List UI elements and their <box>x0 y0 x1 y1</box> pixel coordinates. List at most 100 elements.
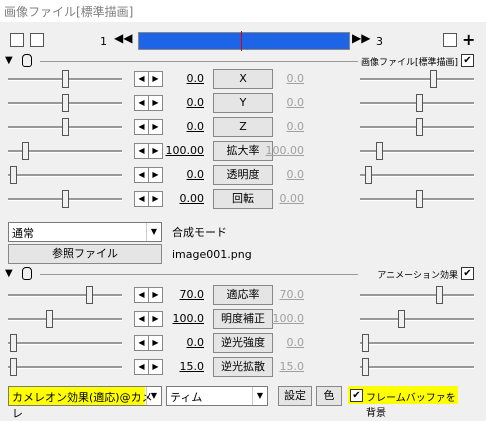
decrement-icon[interactable]: ◀ <box>134 119 149 135</box>
right-value[interactable]: 100.0 <box>258 312 305 325</box>
slider-thumb[interactable] <box>46 310 53 328</box>
param-row: ◀ ▶ 0.0 透明度 0.0 <box>0 164 486 186</box>
section-checkbox[interactable]: ✔ <box>461 54 474 67</box>
slider-thumb[interactable] <box>365 166 372 184</box>
decrement-icon[interactable]: ◀ <box>134 167 149 183</box>
decrement-icon[interactable]: ◀ <box>134 95 149 111</box>
clapper-icon[interactable] <box>10 33 24 47</box>
frame-buffer-bg-option[interactable]: ✔ フレームバッファを背景 <box>348 386 458 419</box>
right-slider[interactable] <box>360 140 474 162</box>
slider-thumb[interactable] <box>376 142 383 160</box>
section-checkbox[interactable]: ✔ <box>461 267 474 280</box>
left-value[interactable]: 0.0 <box>158 96 205 109</box>
slider-thumb[interactable] <box>86 286 93 304</box>
slider-thumb[interactable] <box>62 118 69 136</box>
decrement-icon[interactable]: ◀ <box>134 287 149 303</box>
effect-value: カメレオン効果(適応)@カメレ <box>12 391 153 420</box>
left-value[interactable]: 15.0 <box>158 360 205 373</box>
slider-thumb[interactable] <box>22 142 29 160</box>
right-value[interactable]: 15.0 <box>258 360 305 373</box>
left-value[interactable]: 100.00 <box>158 144 205 157</box>
target-select[interactable]: ティム ▼ <box>166 386 268 406</box>
slider-thumb[interactable] <box>362 358 369 376</box>
right-value[interactable]: 0.0 <box>258 120 305 133</box>
timeline-cursor[interactable] <box>241 31 242 51</box>
right-value[interactable]: 70.0 <box>258 288 305 301</box>
color-button[interactable]: 色 <box>316 386 342 406</box>
slider-thumb[interactable] <box>398 310 405 328</box>
frame-buffer-checkbox[interactable]: ✔ <box>350 389 363 402</box>
effect-select[interactable]: カメレオン効果(適応)@カメレ ▼ <box>8 386 162 420</box>
left-value[interactable]: 0.0 <box>158 168 205 181</box>
chevron-down-icon: ▼ <box>146 223 161 241</box>
decrement-icon[interactable]: ◀ <box>134 143 149 159</box>
right-value[interactable]: 0.0 <box>258 168 305 181</box>
left-slider[interactable] <box>8 92 122 114</box>
right-slider[interactable] <box>360 356 474 378</box>
decrement-icon[interactable]: ◀ <box>134 71 149 87</box>
right-slider[interactable] <box>360 188 474 210</box>
slider-thumb[interactable] <box>430 70 437 88</box>
slider-thumb[interactable] <box>10 166 17 184</box>
left-slider[interactable] <box>8 332 122 354</box>
left-slider[interactable] <box>8 356 122 378</box>
right-value[interactable]: 100.00 <box>258 144 305 157</box>
decrement-icon[interactable]: ◀ <box>134 191 149 207</box>
slider-thumb[interactable] <box>416 94 423 112</box>
collapse-icon[interactable]: ▼ <box>5 268 13 279</box>
right-slider[interactable] <box>360 92 474 114</box>
window-title: 画像ファイル[標準描画] <box>4 5 134 19</box>
slider-thumb[interactable] <box>62 190 69 208</box>
slider-thumb[interactable] <box>416 118 423 136</box>
param-row: ◀ ▶ 0.00 回転 0.00 <box>0 188 486 210</box>
decrement-icon[interactable]: ◀ <box>134 335 149 351</box>
left-slider[interactable] <box>8 284 122 306</box>
slider-thumb[interactable] <box>62 94 69 112</box>
right-slider[interactable] <box>360 68 474 90</box>
right-value[interactable]: 0.00 <box>258 192 305 205</box>
param-row: ◀ ▶ 100.0 明度補正 100.0 <box>0 308 486 330</box>
slider-thumb[interactable] <box>362 334 369 352</box>
timeline-bar[interactable] <box>138 31 350 51</box>
right-value[interactable]: 0.0 <box>258 96 305 109</box>
right-slider[interactable] <box>360 284 474 306</box>
slider-thumb[interactable] <box>10 358 17 376</box>
right-slider[interactable] <box>360 332 474 354</box>
fast-forward-icon[interactable]: ▶▶ <box>352 31 370 45</box>
left-value[interactable]: 0.0 <box>158 72 205 85</box>
left-slider[interactable] <box>8 140 122 162</box>
add-icon[interactable]: + <box>462 30 475 49</box>
decrement-icon[interactable]: ◀ <box>134 359 149 375</box>
screen-icon[interactable] <box>30 33 44 47</box>
chevron-down-icon: ▼ <box>146 387 161 405</box>
right-value[interactable]: 0.0 <box>258 72 305 85</box>
right-slider[interactable] <box>360 164 474 186</box>
left-value[interactable]: 0.00 <box>158 192 205 205</box>
settings-button[interactable]: 設定 <box>278 386 312 406</box>
left-value[interactable]: 0.0 <box>158 120 205 133</box>
right-value[interactable]: 0.0 <box>258 336 305 349</box>
left-slider[interactable] <box>8 164 122 186</box>
left-value[interactable]: 70.0 <box>158 288 205 301</box>
param-row: ◀ ▶ 70.0 適応率 70.0 <box>0 284 486 306</box>
left-slider[interactable] <box>8 308 122 330</box>
decrement-icon[interactable]: ◀ <box>134 311 149 327</box>
slider-thumb[interactable] <box>10 334 17 352</box>
left-slider[interactable] <box>8 188 122 210</box>
collapse-icon[interactable]: ▼ <box>5 55 13 66</box>
left-value[interactable]: 100.0 <box>158 312 205 325</box>
right-slider[interactable] <box>360 308 474 330</box>
left-slider[interactable] <box>8 116 122 138</box>
left-value[interactable]: 0.0 <box>158 336 205 349</box>
slider-thumb[interactable] <box>436 286 443 304</box>
right-slider[interactable] <box>360 116 474 138</box>
refresh-icon[interactable] <box>443 33 457 47</box>
left-slider[interactable] <box>8 68 122 90</box>
param-row: ◀ ▶ 0.0 X 0.0 <box>0 68 486 90</box>
blend-mode-select[interactable]: 通常 ▼ <box>8 222 162 242</box>
slider-thumb[interactable] <box>416 190 423 208</box>
slider-thumb[interactable] <box>62 70 69 88</box>
rewind-icon[interactable]: ◀◀ <box>114 31 132 45</box>
frame-end: 3 <box>376 35 383 48</box>
browse-file-button[interactable]: 参照ファイル <box>8 244 162 264</box>
